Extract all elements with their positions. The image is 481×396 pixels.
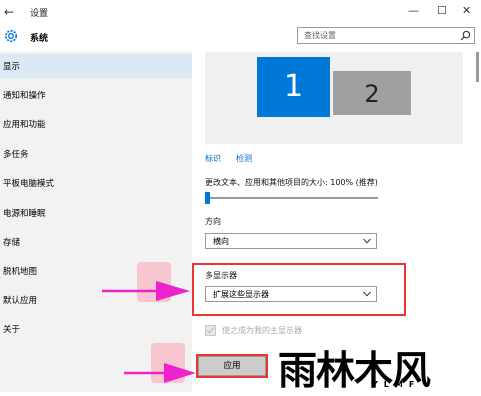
sidebar-item-label: 显示 bbox=[3, 62, 21, 72]
sidebar-item-power[interactable]: 电源和睡眠 bbox=[0, 201, 192, 225]
sidebar-item-label: 平板电脑模式 bbox=[3, 179, 55, 189]
section-title: 系统 bbox=[30, 34, 49, 44]
chevron-down-icon bbox=[363, 238, 371, 244]
watermark-subtext: YLMF bbox=[372, 380, 421, 389]
sidebar-item-tablet-mode[interactable]: 平板电脑模式 bbox=[0, 171, 192, 195]
sidebar-item-label: 关于 bbox=[3, 325, 21, 335]
orientation-dropdown[interactable]: 横向 bbox=[205, 233, 377, 249]
scrollbar[interactable] bbox=[473, 52, 481, 392]
sidebar-item-label: 存储 bbox=[3, 238, 21, 248]
orientation-value: 横向 bbox=[213, 237, 229, 246]
search-input[interactable]: 查找设置 bbox=[297, 27, 475, 44]
main-display-checkbox[interactable] bbox=[205, 325, 216, 336]
window-title: 设置 bbox=[30, 9, 49, 19]
sidebar-item-storage[interactable]: 存储 bbox=[0, 230, 192, 254]
scale-slider-thumb[interactable] bbox=[205, 192, 210, 204]
close-button[interactable]: ✕ bbox=[462, 4, 471, 17]
sidebar-item-apps[interactable]: 应用和功能 bbox=[0, 112, 192, 136]
monitor-1-tile[interactable]: 1 bbox=[257, 57, 330, 117]
scale-slider-track[interactable] bbox=[205, 197, 378, 199]
sidebar-item-label: 电源和睡眠 bbox=[3, 209, 46, 219]
orientation-label: 方向 bbox=[205, 217, 221, 226]
identify-link[interactable]: 标识 bbox=[205, 153, 221, 164]
chevron-down-icon bbox=[363, 291, 371, 297]
multi-display-value: 扩展这些显示器 bbox=[213, 290, 269, 299]
sidebar-item-about[interactable]: 关于 bbox=[0, 317, 192, 341]
apply-button-label: 应用 bbox=[223, 361, 241, 371]
pointer-arrow-icon bbox=[102, 281, 190, 301]
minimize-button[interactable]: — bbox=[408, 4, 419, 17]
multi-display-label: 多显示器 bbox=[205, 271, 237, 280]
sidebar-item-label: 应用和功能 bbox=[3, 120, 46, 130]
monitor-2-tile[interactable]: 2 bbox=[333, 71, 411, 115]
sidebar-item-label: 脱机地图 bbox=[3, 267, 38, 277]
sidebar-item-label: 通知和操作 bbox=[3, 91, 46, 101]
gear-icon bbox=[5, 30, 17, 42]
maximize-button[interactable]: ☐ bbox=[437, 4, 447, 17]
pointer-arrow-icon bbox=[124, 363, 196, 383]
scale-label: 更改文本、应用和其他项目的大小: 100% (推荐) bbox=[205, 178, 378, 187]
multi-display-dropdown[interactable]: 扩展这些显示器 bbox=[205, 286, 377, 302]
detect-link[interactable]: 检测 bbox=[236, 153, 252, 164]
sidebar-item-multitasking[interactable]: 多任务 bbox=[0, 142, 192, 166]
main-display-checkbox-label: 使之成为我的主显示器 bbox=[222, 326, 302, 335]
back-arrow-icon[interactable]: ← bbox=[4, 5, 14, 19]
sidebar-item-label: 默认应用 bbox=[3, 296, 38, 306]
sidebar-item-notifications[interactable]: 通知和操作 bbox=[0, 83, 192, 107]
search-icon bbox=[460, 30, 471, 41]
sidebar-item-label: 多任务 bbox=[3, 150, 29, 160]
search-placeholder: 查找设置 bbox=[304, 31, 336, 40]
apply-button[interactable]: 应用 bbox=[198, 356, 266, 376]
checkmark-icon bbox=[206, 327, 215, 334]
scrollbar-thumb[interactable] bbox=[476, 52, 479, 82]
sidebar-item-display[interactable]: 显示 bbox=[0, 54, 192, 78]
